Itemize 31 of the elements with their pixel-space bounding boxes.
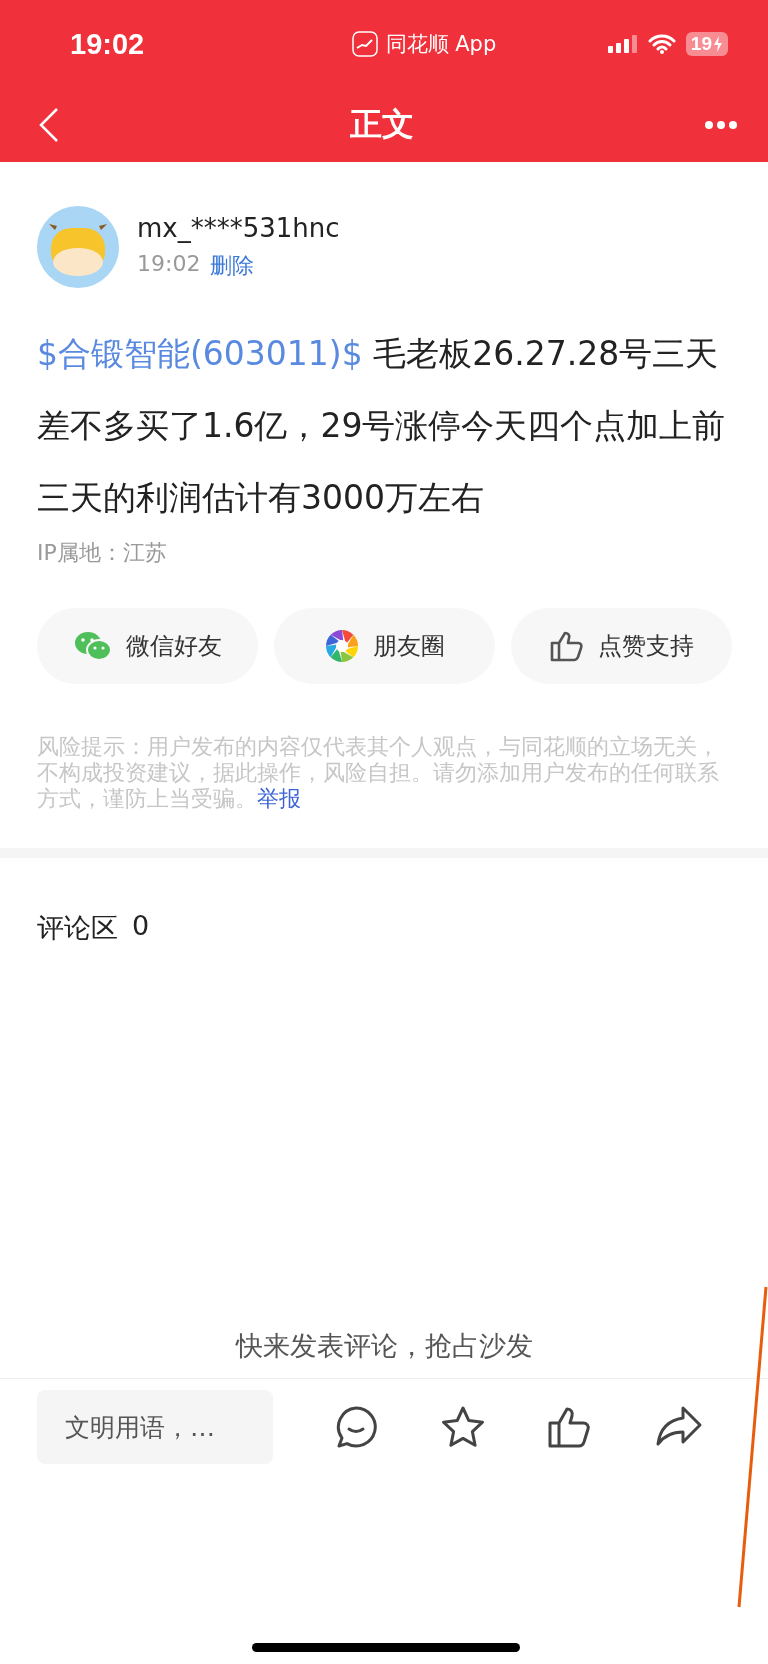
post-text: $合锻智能(603011)$ 毛老板26.27.28号三天差不多买了1.6亿，29号涨停今天四个点加上前三天的利润估计有3000万左右 (37, 333, 727, 519)
risk-notice: 风险提示：用户发布的内容仅代表其个人观点，与同花顺的立场无关，不构成投资建议，据此操作，风险自担。请勿添加用户发布的任何联系方式，谨防上当受骗。举报 (37, 734, 720, 812)
like-button[interactable]: 点赞支持 (511, 608, 732, 684)
aperture-icon (324, 629, 359, 663)
chat-bubbles-icon (73, 631, 112, 661)
share-icon (655, 1405, 704, 1447)
signal-icon (607, 34, 638, 54)
share-button[interactable]: 微信好友 (37, 608, 258, 684)
share-button[interactable]: 朋友圈 (274, 608, 495, 684)
comments-title: 评论区 (37, 911, 118, 945)
report-link[interactable]: 举报 (257, 786, 301, 811)
more-button[interactable] (704, 120, 738, 130)
more-icon (704, 120, 738, 130)
back-button[interactable] (38, 107, 60, 143)
wifi-icon (647, 34, 676, 54)
post-time: 19:02 (137, 251, 201, 278)
status-time: 19:02 (70, 27, 146, 61)
ip-location: IP属地：江苏 (37, 539, 168, 567)
page-title: 正文 (350, 104, 414, 145)
comment-count: 0 (132, 910, 150, 943)
thumbs-up-icon (549, 630, 584, 662)
comment-input[interactable]: 文明用语，… (37, 1390, 273, 1464)
app-name: 同花顺 App (385, 31, 497, 58)
star-icon (439, 1405, 486, 1449)
app-icon (351, 31, 378, 57)
favorite-button[interactable] (439, 1405, 486, 1449)
empty-comments-text: 快来发表评论，抢占沙发 (235, 1330, 533, 1361)
author-name[interactable]: mx_****531hnc (137, 213, 340, 243)
back-icon (38, 107, 60, 143)
delete-link[interactable]: 删除 (210, 251, 255, 281)
battery-indicator: 19 (685, 32, 728, 56)
